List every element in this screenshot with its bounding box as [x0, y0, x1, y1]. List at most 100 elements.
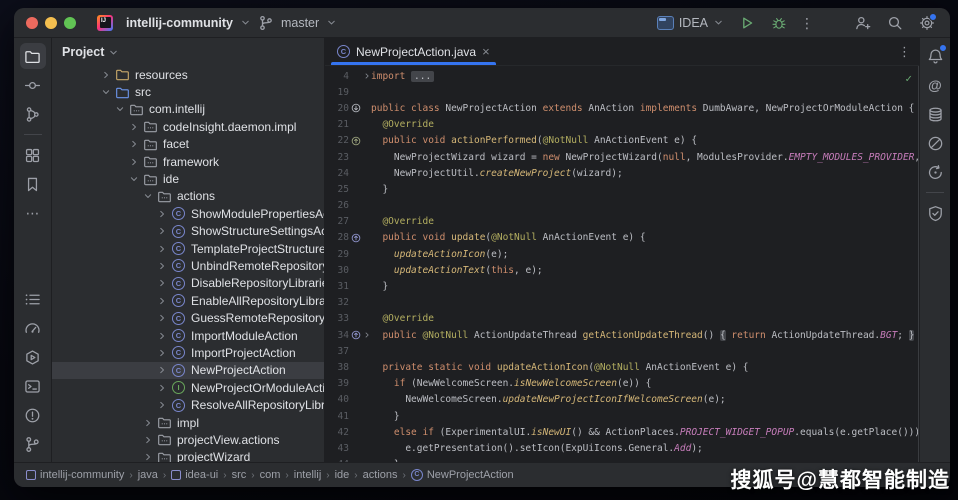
- chevron-right-icon[interactable]: [156, 399, 168, 411]
- code-line-23[interactable]: 23 NewProjectWizard wizard = new NewProj…: [325, 149, 919, 165]
- git-tool-button[interactable]: [20, 431, 46, 457]
- code-line-24[interactable]: 24 NewProjectUtil.createNewProject(wizar…: [325, 165, 919, 181]
- tree-item-framework[interactable]: framework: [52, 153, 324, 170]
- code-line-33[interactable]: 33 @Override: [325, 311, 919, 327]
- chevron-down-icon[interactable]: [114, 103, 126, 115]
- chevron-down-icon[interactable]: [128, 173, 140, 185]
- chevron-down-icon[interactable]: [240, 17, 251, 28]
- tree-item-resolveallrepositorylibrarie[interactable]: CResolveAllRepositoryLibrarie: [52, 396, 324, 413]
- run-profiler-tool-button[interactable]: [922, 159, 948, 185]
- terminal-tool-button[interactable]: [20, 373, 46, 399]
- chevron-down-icon[interactable]: [142, 190, 154, 202]
- code-line-34[interactable]: 34 public @NotNull ActionUpdateThread ge…: [325, 327, 919, 343]
- commit-tool-button[interactable]: [20, 72, 46, 98]
- chevron-right-icon[interactable]: [156, 347, 168, 359]
- fold-chevron-icon[interactable]: [362, 331, 371, 339]
- branch-switcher[interactable]: master: [281, 16, 319, 30]
- chevron-right-icon[interactable]: [156, 277, 168, 289]
- code-line-29[interactable]: 29 updateActionIcon(e);: [325, 246, 919, 262]
- tree-item-newprojectormoduleaction[interactable]: INewProjectOrModuleAction: [52, 379, 324, 396]
- chevron-right-icon[interactable]: [156, 382, 168, 394]
- code-line-21[interactable]: 21 @Override: [325, 117, 919, 133]
- code-editor[interactable]: ✓ 4import ...1920public class NewProject…: [325, 66, 919, 462]
- tree-item-enableallrepositorylibraries[interactable]: CEnableAllRepositoryLibraries: [52, 292, 324, 309]
- services-tool-button[interactable]: [20, 344, 46, 370]
- chevron-right-icon[interactable]: [142, 434, 154, 446]
- close-window-button[interactable]: [26, 17, 38, 29]
- code-line-39[interactable]: 39 if (NewWelcomeScreen.isNewWelcomeScre…: [325, 376, 919, 392]
- project-tool-button[interactable]: [20, 43, 46, 69]
- more-tool-windows-tool-button[interactable]: ⋯: [20, 200, 46, 226]
- class-gutter-icon[interactable]: [351, 103, 361, 113]
- tree-item-ide[interactable]: ide: [52, 170, 324, 187]
- code-line-20[interactable]: 20public class NewProjectAction extends …: [325, 100, 919, 116]
- code-line-30[interactable]: 30 updateActionText(this, e);: [325, 262, 919, 278]
- tree-item-showmodulepropertiesactio[interactable]: CShowModulePropertiesActio: [52, 205, 324, 222]
- tree-item-com-intellij[interactable]: com.intellij: [52, 101, 324, 118]
- chevron-right-icon[interactable]: [156, 330, 168, 342]
- breadcrumb-item-ide[interactable]: ide: [335, 469, 350, 481]
- problems-tool-button[interactable]: [20, 402, 46, 428]
- settings-icon[interactable]: [916, 12, 938, 34]
- code-line-28[interactable]: 28 public void update(@NotNull AnActionE…: [325, 230, 919, 246]
- profiler-tool-button[interactable]: [20, 315, 46, 341]
- tree-item-unbindremoterepositoryfor[interactable]: CUnbindRemoteRepositoryFor: [52, 257, 324, 274]
- fold-chevron-icon[interactable]: [362, 72, 371, 80]
- tree-item-importprojectaction[interactable]: CImportProjectAction: [52, 344, 324, 361]
- code-line-22[interactable]: 22 public void actionPerformed(@NotNull …: [325, 133, 919, 149]
- chevron-right-icon[interactable]: [128, 156, 140, 168]
- chevron-right-icon[interactable]: [128, 121, 140, 133]
- chevron-right-icon[interactable]: [156, 295, 168, 307]
- tree-item-guessremoterepositoryforb[interactable]: CGuessRemoteRepositoryForB: [52, 309, 324, 326]
- chevron-right-icon[interactable]: [156, 225, 168, 237]
- tab-newprojectaction-java[interactable]: C NewProjectAction.java ×: [327, 38, 500, 65]
- database-tool-button[interactable]: [922, 101, 948, 127]
- breadcrumb-item-idea-ui[interactable]: idea-ui: [171, 469, 218, 481]
- code-line-19[interactable]: 19: [325, 84, 919, 100]
- code-line-43[interactable]: 43 e.getPresentation().setIcon(ExpUiIcon…: [325, 440, 919, 456]
- editor-scrollbar[interactable]: [918, 66, 919, 462]
- ai-assistant-tool-button[interactable]: @: [922, 72, 948, 98]
- tree-item-facet[interactable]: facet: [52, 136, 324, 153]
- code-line-44[interactable]: 44 }: [325, 457, 919, 463]
- tree-item-disablerepositorylibrariessh[interactable]: CDisableRepositoryLibrariesSh: [52, 275, 324, 292]
- tree-item-templateprojectstructureac[interactable]: CTemplateProjectStructureAc: [52, 240, 324, 257]
- maximize-window-button[interactable]: [64, 17, 76, 29]
- chevron-right-icon[interactable]: [156, 208, 168, 220]
- code-line-26[interactable]: 26: [325, 198, 919, 214]
- minimize-window-button[interactable]: [45, 17, 57, 29]
- chevron-right-icon[interactable]: [156, 260, 168, 272]
- code-line-40[interactable]: 40 NewWelcomeScreen.updateNewProjectIcon…: [325, 392, 919, 408]
- code-line-41[interactable]: 41 }: [325, 408, 919, 424]
- breadcrumb-item-java[interactable]: java: [138, 469, 158, 481]
- add-person-icon[interactable]: [852, 12, 874, 34]
- breadcrumb-item-src[interactable]: src: [232, 469, 247, 481]
- no-entry-tool-tool-button[interactable]: [922, 130, 948, 156]
- chevron-right-icon[interactable]: [100, 69, 112, 81]
- run-configuration-widget[interactable]: IDEA: [657, 16, 724, 30]
- todo-tool-button[interactable]: [20, 286, 46, 312]
- close-icon[interactable]: ×: [482, 46, 490, 58]
- tree-item-impl[interactable]: impl: [52, 414, 324, 431]
- tree-item-projectview-actions[interactable]: projectView.actions: [52, 431, 324, 448]
- tree-item-resources[interactable]: resources: [52, 66, 324, 83]
- bookmarks-tool-button[interactable]: [20, 171, 46, 197]
- chevron-right-icon[interactable]: [156, 312, 168, 324]
- override-gutter-icon[interactable]: [351, 330, 361, 340]
- code-line-42[interactable]: 42 else if (ExperimentalUI.isNewUI() && …: [325, 424, 919, 440]
- code-line-37[interactable]: 37: [325, 343, 919, 359]
- breadcrumb-item-intellij-community[interactable]: intellij-community: [26, 469, 124, 481]
- breadcrumb-item-com[interactable]: com: [260, 469, 281, 481]
- search-icon[interactable]: [884, 12, 906, 34]
- more-vertical-icon[interactable]: ⋮: [898, 44, 911, 60]
- notifications-tool-button[interactable]: [922, 43, 948, 69]
- project-panel-header[interactable]: Project: [52, 38, 324, 66]
- code-line-27[interactable]: 27 @Override: [325, 214, 919, 230]
- tree-item-newprojectaction[interactable]: CNewProjectAction: [52, 362, 324, 379]
- debug-button[interactable]: [768, 12, 790, 34]
- override-gutter-icon[interactable]: [351, 233, 361, 243]
- tree-item-src[interactable]: src: [52, 83, 324, 100]
- more-vertical-icon[interactable]: ⋮: [800, 16, 814, 30]
- chevron-right-icon[interactable]: [142, 417, 154, 429]
- code-line-4[interactable]: 4import ...: [325, 68, 919, 84]
